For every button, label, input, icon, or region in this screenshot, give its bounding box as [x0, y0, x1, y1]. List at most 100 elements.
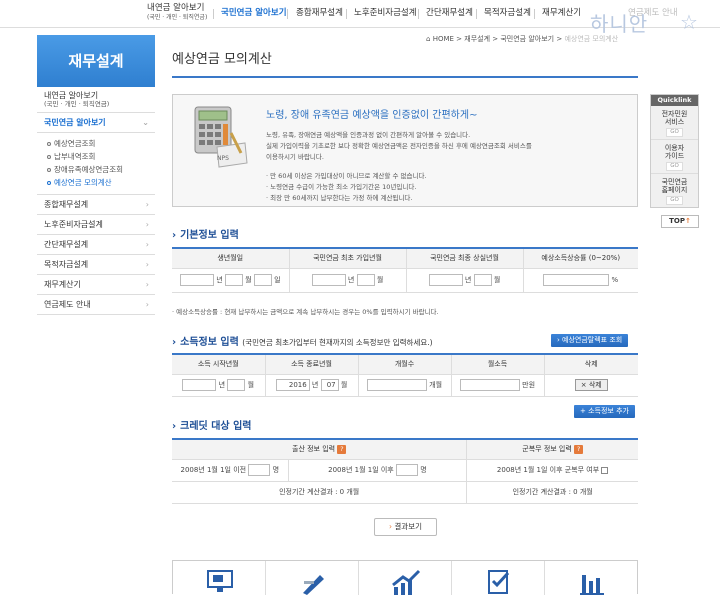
topnav-item-comprehensive[interactable]: 종합재무설계: [296, 9, 343, 18]
sidebar-item[interactable]: 목적자금설계 ›: [37, 255, 155, 275]
birth-month-input[interactable]: [224, 274, 243, 286]
top-button[interactable]: TOP↑: [661, 215, 699, 228]
button-label: 예상연금탈렉표 조회: [562, 336, 623, 344]
divider: [213, 9, 214, 19]
go-button[interactable]: GO: [666, 162, 683, 171]
icon-cell[interactable]: [452, 561, 545, 595]
breadcrumb-item[interactable]: 재무설계: [464, 35, 490, 43]
quicklink-guide[interactable]: 이용자 가이드 GO: [651, 140, 698, 174]
submenu-item[interactable]: 장애유족예상연금조회: [37, 163, 155, 176]
chevron-right-icon: ›: [145, 260, 149, 269]
unit-label: %: [611, 276, 619, 284]
field-label: 2008년 1월 1일 이후: [328, 466, 394, 474]
breadcrumb-home[interactable]: HOME: [433, 35, 454, 43]
icon-cell[interactable]: [545, 561, 638, 595]
first-join-month-input[interactable]: [356, 274, 375, 286]
first-join-year-input[interactable]: [311, 274, 346, 286]
section-title: 크레딧 대상 입력: [180, 421, 252, 432]
sidebar-item[interactable]: 간단재무설계 ›: [37, 235, 155, 255]
sidebar-item-national-pension[interactable]: 국민연금 알아보기 ⌄: [37, 113, 155, 133]
unit-label: 명: [420, 466, 427, 474]
birth-after-cell: 2008년 1월 1일 이후 명: [287, 458, 468, 482]
income-start-year-input[interactable]: [182, 379, 217, 391]
topnav-item-calculator[interactable]: 재무계산기: [542, 9, 581, 18]
help-icon[interactable]: ?: [574, 444, 584, 454]
unit-label: 년: [216, 276, 223, 284]
chevron-right-icon: ›: [145, 240, 149, 249]
months-cell: 개월: [357, 373, 452, 397]
go-button[interactable]: GO: [666, 196, 683, 205]
monthly-income-input[interactable]: [459, 379, 520, 391]
col-header: 소득 시작년월: [172, 354, 266, 375]
sidebar-submenu: 예상연금조회 납부내역조회 장애유족예상연금조회 예상연금 모의계산: [37, 133, 155, 195]
help-icon[interactable]: ?: [337, 444, 347, 454]
income-end-month-input[interactable]: 07: [320, 379, 339, 391]
site-logo[interactable]: 하니안: [590, 8, 648, 37]
sidebar-item[interactable]: 노후준비자금설계 ›: [37, 215, 155, 235]
first-join-cell: 년 월: [288, 267, 407, 293]
sidebar-item-label: 목적자금설계: [44, 260, 89, 269]
credit-table: 출산 정보 입력 ? 군복무 정보 입력 ? 2008년 1월 1일 이전 명 …: [172, 438, 638, 504]
topnav-item-my-pension[interactable]: 내연금 알아보기 (국민 · 개인 · 퇴직연금): [147, 4, 207, 22]
section-income-title: › 소득정보 입력 (국민연금 최초가입부터 현재까지의 소득정보만 입력하세요.…: [172, 333, 433, 348]
col-header: 국민연금 최초 가입년월: [288, 248, 407, 269]
unit-label: 월: [376, 276, 384, 284]
pension-table-button[interactable]: › 예상연금탈렉표 조회: [551, 334, 629, 347]
result-button[interactable]: › 결과보기: [374, 518, 437, 536]
col-header: 개월수: [357, 354, 452, 375]
star-icon: ☆: [680, 10, 698, 34]
top-navigation: 내연금 알아보기 (국민 · 개인 · 퇴직연금) 국민연금 알아보기 종합재무…: [0, 0, 720, 36]
chevron-right-icon: ›: [145, 300, 149, 309]
military-checkbox[interactable]: [601, 466, 609, 474]
topnav-item-retirement[interactable]: 노후준비자금설계: [354, 9, 417, 18]
birth-before-input[interactable]: [248, 464, 271, 476]
checklist-icon: [488, 570, 510, 594]
final-loss-month-input[interactable]: [473, 274, 492, 286]
quicklink-nps-home[interactable]: 국민연금 홈페이지 GO: [651, 174, 698, 207]
birth-day-input[interactable]: [253, 274, 272, 286]
topnav-item-simple[interactable]: 간단재무설계: [426, 9, 473, 18]
sidebar-item[interactable]: 종합재무설계 ›: [37, 195, 155, 215]
quicklink-e-service[interactable]: 전자민원 서비스 GO: [651, 106, 698, 140]
income-start-month-input[interactable]: [227, 379, 246, 391]
icon-cell[interactable]: [266, 561, 359, 595]
chevron-right-icon: ›: [145, 220, 149, 229]
arrow-up-icon: ↑: [684, 217, 691, 225]
unit-label: 명: [272, 466, 280, 474]
icon-cell[interactable]: [359, 561, 452, 595]
income-end-year-input[interactable]: 2016: [275, 379, 310, 391]
sidebar-item[interactable]: 연금제도 안내 ›: [37, 295, 155, 315]
icon-cell[interactable]: [173, 561, 266, 595]
divider: [287, 9, 288, 19]
delete-button[interactable]: × 삭제: [574, 379, 608, 391]
birth-before-cell: 2008년 1월 1일 이전 명: [172, 458, 289, 482]
bar-chart-icon: [580, 575, 604, 595]
submenu-item[interactable]: 예상연금조회: [37, 137, 155, 150]
add-income-button[interactable]: + 소득정보 추가: [574, 405, 635, 418]
col-header: 월소득: [450, 354, 545, 375]
growth-chart-icon: [392, 569, 421, 595]
birth-after-input[interactable]: [395, 464, 418, 476]
sidebar-item[interactable]: 재무계산기 ›: [37, 275, 155, 295]
months-input[interactable]: [366, 379, 427, 391]
chevron-right-icon: ›: [172, 337, 177, 348]
sidebar-item-my-pension[interactable]: 내연금 알아보기 (국민 · 개인 · 퇴직연금): [37, 87, 155, 113]
submenu-item[interactable]: 납부내역조회: [37, 150, 155, 163]
income-table: 소득 시작년월 소득 종료년월 개월수 월소득 삭제 년 월 2016 년 07…: [172, 353, 638, 397]
breadcrumb-item[interactable]: 국민연금 알아보기: [500, 35, 554, 43]
quicklink-label: 이용자 가이드: [664, 144, 685, 160]
sidebar-item-label: 간단재무설계: [44, 240, 89, 249]
quicklink-label: 국민연금 홈페이지: [661, 178, 688, 194]
unit-label: 일: [274, 276, 281, 284]
submenu-item-active[interactable]: 예상연금 모의계산: [37, 176, 155, 189]
unit-label: 만원: [522, 381, 536, 389]
topnav-item-national-pension[interactable]: 국민연금 알아보기: [221, 9, 287, 18]
sidebar-item-sublabel: (국민 · 개인 · 퇴직연금): [44, 100, 110, 108]
birth-year-input[interactable]: [179, 274, 214, 286]
growth-rate-input[interactable]: [543, 274, 610, 286]
go-button[interactable]: GO: [666, 128, 683, 137]
final-loss-year-input[interactable]: [428, 274, 463, 286]
topnav-item-purpose[interactable]: 목적자금설계: [484, 9, 531, 18]
divider: [418, 9, 419, 19]
col-header: 예상소득상승률 (0~20%): [522, 248, 638, 269]
